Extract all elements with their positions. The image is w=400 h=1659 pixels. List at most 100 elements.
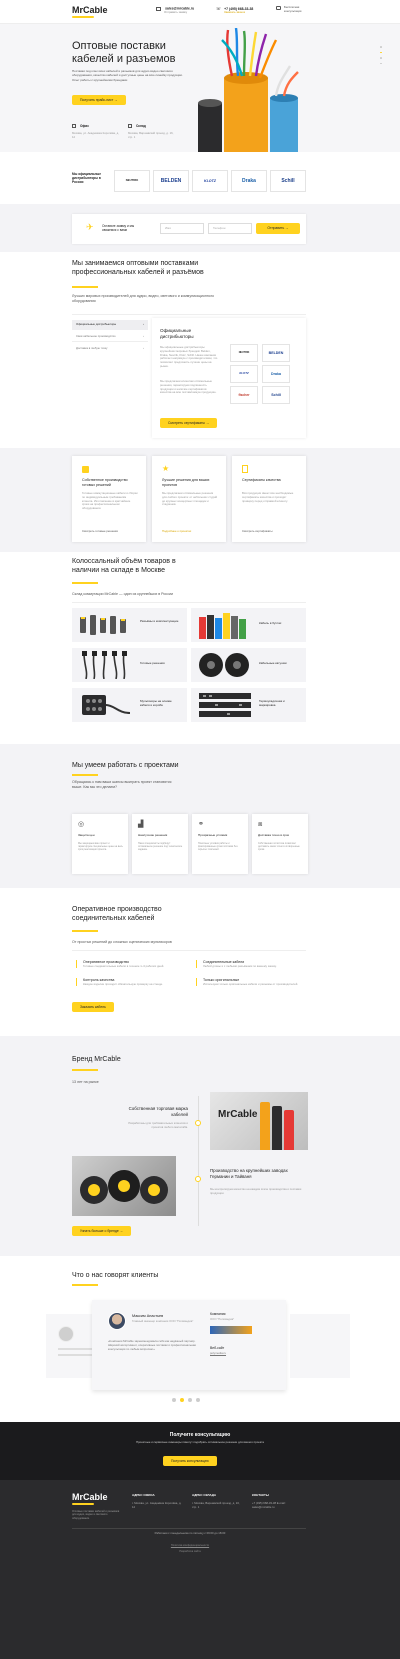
slider-dots[interactable] (380, 46, 382, 65)
about-divider (72, 314, 306, 315)
patch-panel-image (199, 693, 251, 717)
production-item: Контроль качества Каждое изделие проходи… (76, 978, 186, 987)
connectors-image (80, 615, 126, 635)
ready-cables-image (82, 651, 127, 679)
production-item: Соединительные кабели Любой длины и с лю… (196, 960, 306, 969)
stock-section: Колоссальный объём товаров в наличии на … (0, 552, 400, 744)
developer-link[interactable]: Разработка сайта (150, 1550, 230, 1553)
timeline-dot (195, 1176, 201, 1182)
title-underline (72, 774, 98, 776)
shield-icon: ◎ (78, 821, 85, 828)
project-card-solutions: ▟ Наилучшие решения Наши специалисты под… (132, 814, 188, 874)
chart-icon: ▟ (138, 821, 144, 828)
reviews-title: Что о нас говорят клиенты (72, 1272, 159, 1279)
panel-logo-fischer: fischer (230, 386, 258, 404)
brand-logo-neutrik: NEUTRIK (114, 170, 150, 192)
project-card-delivery: ⧈ Доставка точно в срок Собственная логи… (252, 814, 308, 874)
title-underline (72, 930, 98, 932)
phone-block[interactable]: ☏ +7 (495) 668-33-38 Заказать звонок (216, 6, 253, 15)
cable-reels-image (199, 613, 246, 639)
production-section: Оперативное производство соединительных … (0, 888, 400, 1036)
hero-cable-image (198, 28, 299, 152)
title-underline (72, 582, 98, 584)
review-card-next[interactable] (290, 1314, 350, 1378)
brand-more-button[interactable]: Узнать больше о бренде → (72, 1226, 132, 1237)
title-underline (72, 286, 98, 288)
stock-item-connectors[interactable]: Разъёмы и комплектующие (72, 608, 187, 642)
box-icon (82, 466, 89, 473)
feature-link[interactable]: Смотреть сертификаты (242, 529, 272, 534)
feature-card-certificates: Сертификаты качества Вся продукция имеет… (232, 456, 306, 542)
box-delivery-icon: ⧈ (258, 821, 263, 828)
footer-logo[interactable]: MrCable (72, 1492, 108, 1505)
brand-section: Бренд MrCable 13 лет на рынке Собственна… (0, 1036, 400, 1256)
footer-divider (72, 1528, 306, 1529)
brand-subtitle: 13 лет на рынке (72, 1080, 99, 1084)
panel-logo-belden: BELDEN (262, 344, 290, 362)
features-section: Собственное производство готовых решений… (0, 448, 400, 552)
certificates-button[interactable]: Смотреть сертификаты → (160, 418, 218, 429)
email-block[interactable]: sales@mrcable.ru Отправить заявку (156, 6, 194, 15)
production-divider (72, 950, 306, 951)
timeline-dot (195, 1120, 201, 1126)
brand-photo-2 (72, 1156, 176, 1216)
phone-icon: ☏ (216, 6, 222, 11)
privacy-link[interactable]: Политика конфиденциальности (150, 1544, 230, 1547)
hero-title: Оптовые поставки кабелей и разъемов (72, 40, 176, 65)
building-icon (72, 124, 76, 128)
title-underline (72, 1284, 98, 1286)
handshake-icon: ⚭ (198, 821, 204, 828)
logo[interactable]: MrCable (72, 5, 108, 18)
about-title: Мы занимаемся оптовыми поставками профес… (72, 260, 204, 276)
tab-distributors[interactable]: Официальные дистрибьюторы › (72, 320, 148, 330)
chat-icon (276, 6, 281, 10)
truck-icon (128, 124, 132, 128)
panel-logo-draka: Draka (262, 365, 290, 383)
stock-item-multicore[interactable]: Мультикоры на основе кабеля и короба (72, 688, 187, 722)
feature-link[interactable]: Смотреть готовые решения (82, 529, 118, 534)
tab-delivery[interactable]: Доставка в любую точку › (72, 344, 148, 354)
warehouse-info: Склад Москва, Варшавский проезд, д. 16, … (128, 124, 174, 139)
footer: MrCable Оптовые поставки кабелей и разъё… (0, 1480, 400, 1659)
review-card: Максим Анастьев Главный инженер компании… (92, 1300, 286, 1390)
mail-icon (156, 6, 161, 11)
submit-request-button[interactable]: Отправить → (256, 223, 300, 234)
panel-logo-klotz: KLOTZ (230, 365, 258, 383)
about-section: Мы занимаемся оптовыми поставками профес… (0, 252, 400, 448)
hero: Оптовые поставки кабелей и разъемов Пост… (0, 24, 400, 152)
stock-item-reels[interactable]: Кабельные катушки (191, 648, 306, 682)
timeline-line (198, 1096, 199, 1226)
paper-plane-icon: ✈ (86, 222, 94, 232)
project-card-price: ◎ Защита цен Мы защищаем ваш проект и га… (72, 814, 128, 874)
avatar (58, 1326, 74, 1342)
request-form: ✈ Оставьте заявку и мы свяжемся с вами И… (72, 214, 306, 244)
avatar (108, 1312, 126, 1330)
reviews-pagination[interactable] (172, 1398, 200, 1403)
multicore-image (82, 695, 131, 715)
projects-section: Мы умеем работать с проектами Обращаясь … (0, 744, 400, 888)
reviews-section: Что о нас говорят клиенты Максим Анастье… (0, 1256, 400, 1422)
consult-block[interactable]: Бесплатная консультация (276, 5, 316, 13)
tab-production[interactable]: Своё кабельное производство › (72, 332, 148, 343)
stock-subtitle: Склад коммутации MrCable — один из крупн… (72, 592, 174, 596)
order-cable-button[interactable]: Заказать кабель (72, 1002, 114, 1013)
distributors: Мы официальные дистрибьюторы в России NE… (0, 152, 400, 204)
feature-link[interactable]: Подробнее о проектах (162, 529, 191, 534)
price-list-button[interactable]: Получить прайс-лист → (72, 95, 126, 106)
stock-item-ready[interactable]: Готовые решения (72, 648, 187, 682)
name-input[interactable]: Имя (160, 223, 204, 234)
projects-subtitle: Обращаясь к нам ваши шансы выиграть прое… (72, 780, 172, 789)
projects-title: Мы умеем работать с проектами (72, 762, 179, 769)
title-underline (72, 1069, 98, 1071)
cable-drums-image (199, 653, 249, 677)
production-item: Только оригинальные Используем только ор… (196, 978, 306, 987)
request-section: ✈ Оставьте заявку и мы свяжемся с вами И… (0, 204, 400, 252)
brand-logo-belden: BELDEN (153, 170, 189, 192)
feature-card-solutions: ★ Лучшие решения для ваших проектов Мы п… (152, 456, 226, 542)
stock-item-heatshrink[interactable]: Термоусадочная и маркировка (191, 688, 306, 722)
stock-item-cable[interactable]: Кабель в бухтах (191, 608, 306, 642)
get-consult-button[interactable]: Получить консультацию (163, 1456, 217, 1467)
phone-input[interactable]: Телефон (208, 223, 252, 234)
office-info: Офис Москва, ул. Академика Королёва, д. … (72, 124, 120, 139)
stock-title: Колоссальный объём товаров в наличии на … (72, 558, 176, 574)
